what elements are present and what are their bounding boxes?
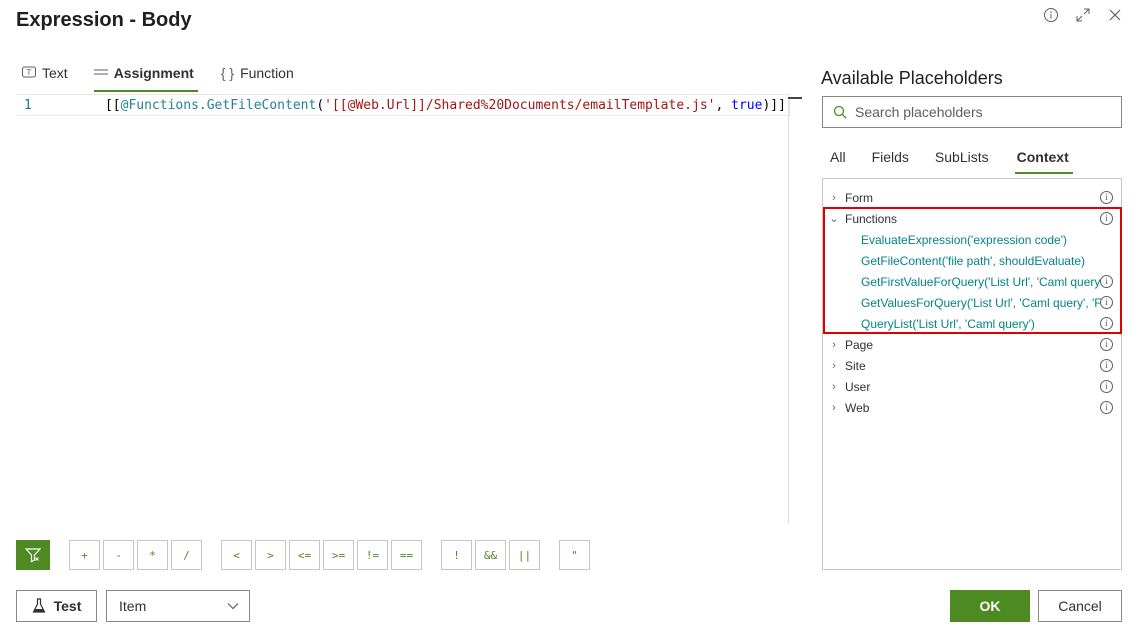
chevron-down-icon xyxy=(227,603,239,610)
code-token: true xyxy=(731,97,763,113)
operator-not-button[interactable]: ! xyxy=(441,540,472,570)
equals-icon xyxy=(93,66,108,80)
operator-multiply-button[interactable]: * xyxy=(137,540,168,570)
line-number: 1 xyxy=(24,97,32,113)
scope-select-value: Item xyxy=(119,598,147,614)
info-icon[interactable]: i xyxy=(1100,317,1113,330)
search-icon xyxy=(833,105,847,119)
tree-item-label: Form xyxy=(845,190,873,205)
info-icon[interactable]: i xyxy=(1100,296,1113,309)
scope-select[interactable]: Item xyxy=(106,590,250,622)
code-text[interactable]: [[@Functions.GetFileContent('[[@Web.Url]… xyxy=(58,83,786,128)
svg-text:T: T xyxy=(27,68,32,77)
tab-context[interactable]: Context xyxy=(1014,142,1073,174)
tab-assignment-label: Assignment xyxy=(113,65,194,81)
cancel-button[interactable]: Cancel xyxy=(1038,590,1122,622)
function-item[interactable]: EvaluateExpression('expression code') xyxy=(861,229,1101,250)
test-button-label: Test xyxy=(53,598,82,614)
operator-greater-equal-button[interactable]: >= xyxy=(323,540,354,570)
dialog-title: Expression - Body xyxy=(16,9,192,31)
info-icon[interactable]: i xyxy=(1100,212,1113,225)
tree-item-functions[interactable]: ⌄ Functions i xyxy=(823,208,1121,229)
operator-plus-button[interactable]: + xyxy=(69,540,100,570)
tab-function-label: Function xyxy=(240,65,294,81)
operator-greater-button[interactable]: > xyxy=(255,540,286,570)
info-icon[interactable]: i xyxy=(1100,191,1113,204)
tree-item-label: Functions xyxy=(845,211,898,226)
operator-less-button[interactable]: < xyxy=(221,540,252,570)
tree-item-form[interactable]: › Form i xyxy=(823,187,1121,208)
tree-item-label: Web xyxy=(845,400,870,415)
tree-item-label: Page xyxy=(845,337,874,352)
code-token: , xyxy=(715,97,732,113)
info-icon[interactable]: i xyxy=(1100,380,1113,393)
tab-all[interactable]: All xyxy=(830,142,846,172)
chevron-down-icon: ⌄ xyxy=(829,213,839,225)
dialog-controls xyxy=(1040,4,1126,26)
function-item[interactable]: QueryList('List Url', 'Caml query') xyxy=(861,313,1101,334)
function-item[interactable]: GetFirstValueForQuery('List Url', 'Caml … xyxy=(861,271,1101,292)
filter-icon xyxy=(25,548,41,563)
ok-button[interactable]: OK xyxy=(950,590,1030,622)
search-input[interactable] xyxy=(855,104,1095,120)
flask-icon xyxy=(32,598,46,613)
tab-sublists[interactable]: SubLists xyxy=(935,142,989,172)
code-token: [[ xyxy=(104,97,121,113)
placeholder-search[interactable] xyxy=(822,96,1122,128)
code-token: ( xyxy=(316,97,325,113)
chevron-right-icon: › xyxy=(832,359,836,372)
operator-quote-button[interactable]: " xyxy=(559,540,590,570)
expand-icon[interactable] xyxy=(1072,4,1094,26)
code-token: '[[@Web.Url]]/Shared%20Documents/emailTe… xyxy=(324,97,716,113)
tree-item-page[interactable]: › Page i xyxy=(823,334,1121,355)
code-token: )]] xyxy=(762,97,786,113)
filter-button[interactable] xyxy=(16,540,50,570)
tree-item-user[interactable]: › User i xyxy=(823,376,1121,397)
code-editor[interactable]: 1 [[@Functions.GetFileContent('[[@Web.Ur… xyxy=(16,94,790,524)
code-token: @Functions xyxy=(120,97,199,113)
operator-minus-button[interactable]: - xyxy=(103,540,134,570)
close-icon[interactable] xyxy=(1104,4,1126,26)
info-icon[interactable]: i xyxy=(1100,401,1113,414)
chevron-right-icon: › xyxy=(832,191,836,204)
info-icon[interactable] xyxy=(1040,4,1062,26)
placeholder-tabs: All Fields SubLists Context xyxy=(830,142,1073,174)
tab-text-label: Text xyxy=(42,65,68,81)
chevron-right-icon: › xyxy=(832,338,836,351)
chevron-right-icon: › xyxy=(832,380,836,393)
tab-fields[interactable]: Fields xyxy=(872,142,909,172)
info-icon[interactable]: i xyxy=(1100,359,1113,372)
chevron-right-icon: › xyxy=(832,401,836,414)
operator-or-button[interactable]: || xyxy=(509,540,540,570)
operator-divide-button[interactable]: / xyxy=(171,540,202,570)
tree-item-web[interactable]: › Web i xyxy=(823,397,1121,418)
code-token: .GetFileContent xyxy=(198,97,317,113)
test-button[interactable]: Test xyxy=(16,590,97,622)
function-item[interactable]: GetValuesForQuery('List Url', 'Caml quer… xyxy=(861,292,1101,313)
braces-icon: { } xyxy=(220,65,235,81)
editor-divider xyxy=(788,100,789,524)
operator-not-equal-button[interactable]: != xyxy=(357,540,388,570)
code-line[interactable]: 1 [[@Functions.GetFileContent('[[@Web.Ur… xyxy=(16,94,790,116)
placeholder-tree: › Form i ⌄ Functions i EvaluateExpressio… xyxy=(822,178,1122,570)
placeholders-title: Available Placeholders xyxy=(821,68,1003,88)
operator-and-button[interactable]: && xyxy=(475,540,506,570)
text-icon: T xyxy=(22,66,36,81)
info-icon[interactable]: i xyxy=(1100,338,1113,351)
editor-scrollbar[interactable] xyxy=(788,97,802,99)
operator-less-equal-button[interactable]: <= xyxy=(289,540,320,570)
tree-item-label: Site xyxy=(845,358,866,373)
info-icon[interactable]: i xyxy=(1100,275,1113,288)
function-item[interactable]: GetFileContent('file path', shouldEvalua… xyxy=(861,250,1101,271)
tree-item-label: User xyxy=(845,379,871,394)
operator-equal-button[interactable]: == xyxy=(391,540,422,570)
tree-item-site[interactable]: › Site i xyxy=(823,355,1121,376)
